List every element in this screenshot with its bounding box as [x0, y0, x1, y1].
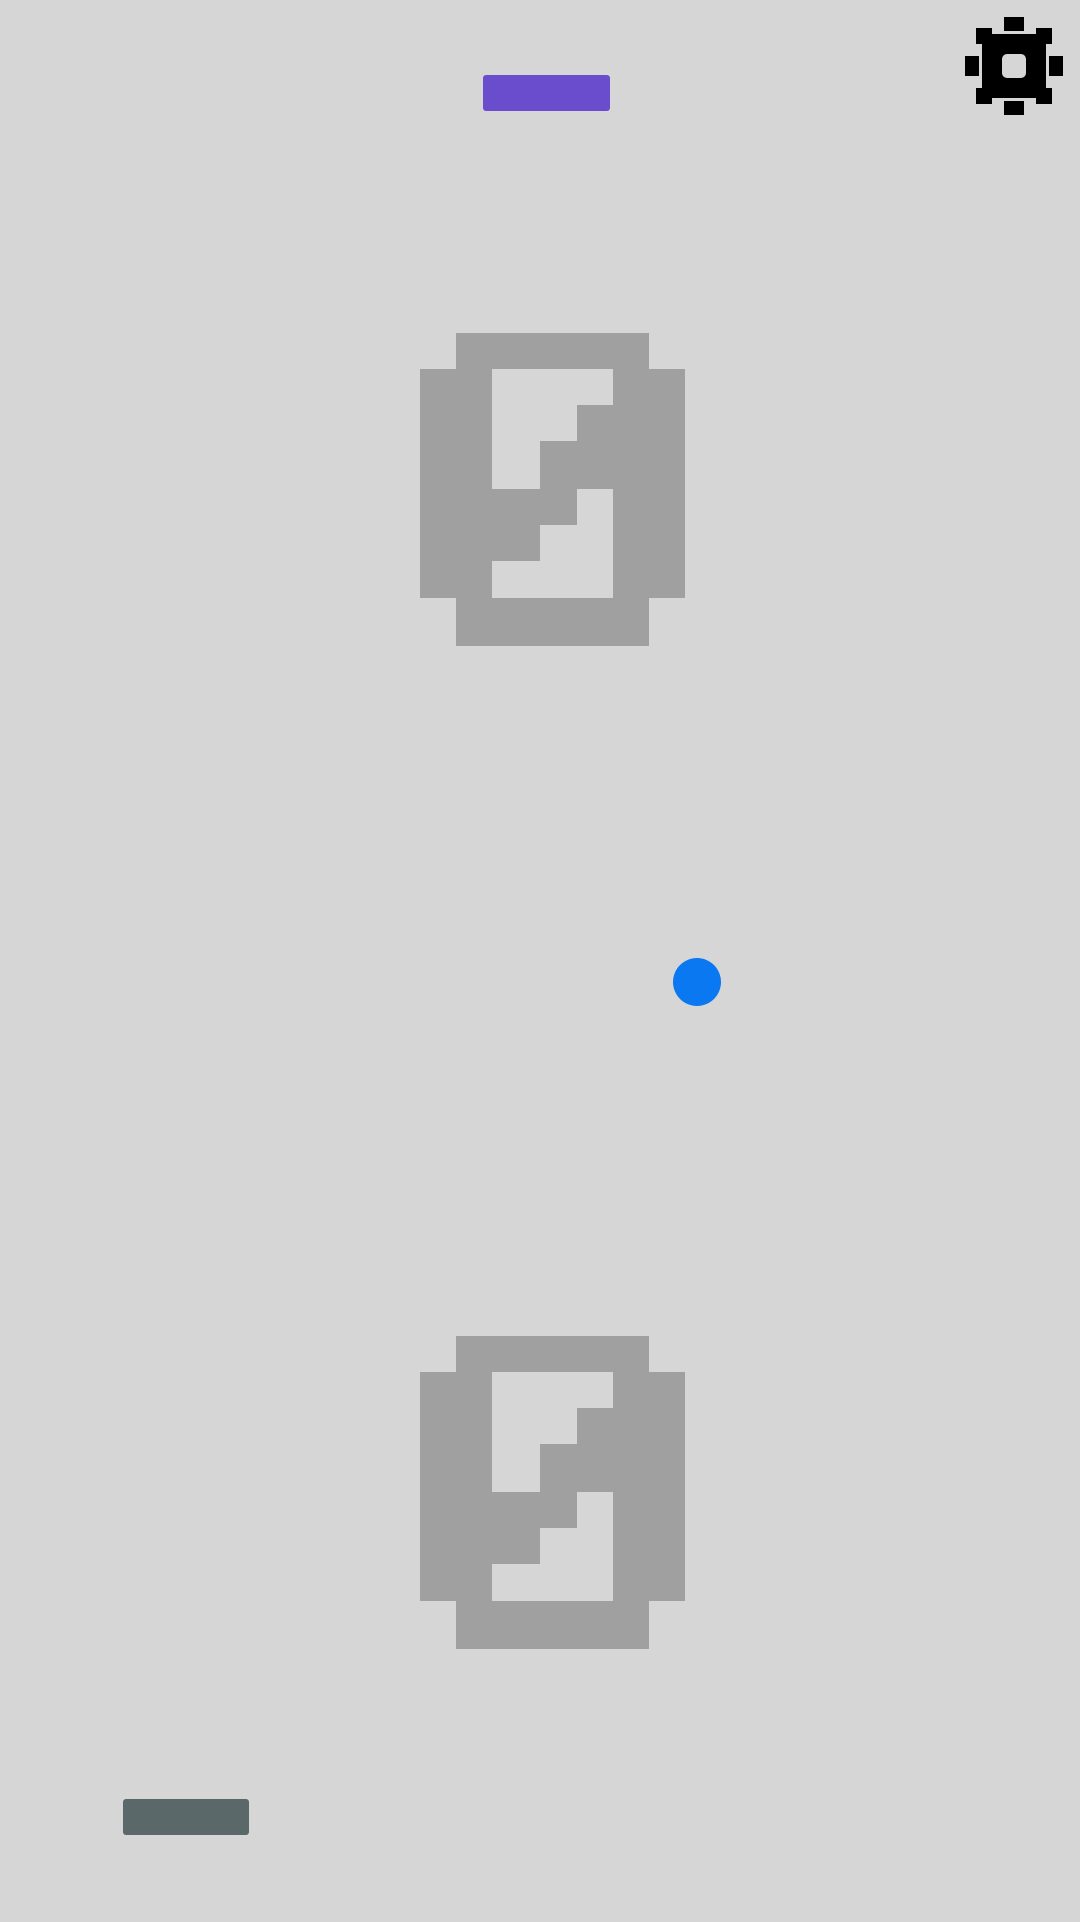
gear-icon	[965, 17, 1063, 115]
game-board[interactable]	[0, 0, 1080, 1922]
score-digit-icon	[420, 333, 685, 646]
score-digit-icon	[420, 1336, 685, 1649]
opponent-score	[420, 333, 685, 646]
opponent-paddle	[483, 75, 610, 111]
ball	[673, 958, 721, 1006]
settings-button[interactable]	[965, 17, 1063, 115]
player-paddle[interactable]	[123, 1799, 249, 1835]
player-score	[420, 1336, 685, 1649]
